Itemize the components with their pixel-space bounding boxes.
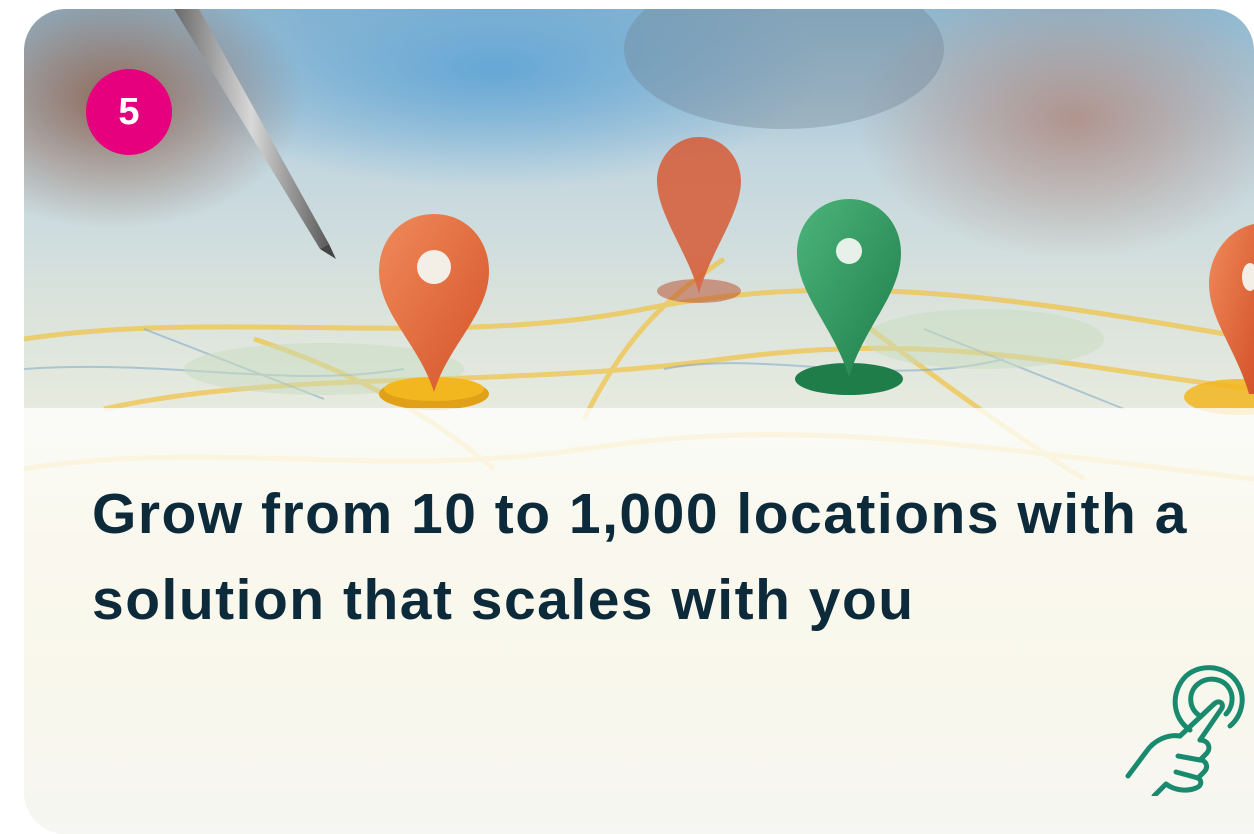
tap-gesture-icon <box>1114 664 1250 799</box>
step-number-badge: 5 <box>86 69 172 155</box>
feature-card: 5 Grow from 10 to 1,000 locations with a… <box>24 9 1254 834</box>
headline: Grow from 10 to 1,000 locations with a s… <box>92 482 1188 632</box>
